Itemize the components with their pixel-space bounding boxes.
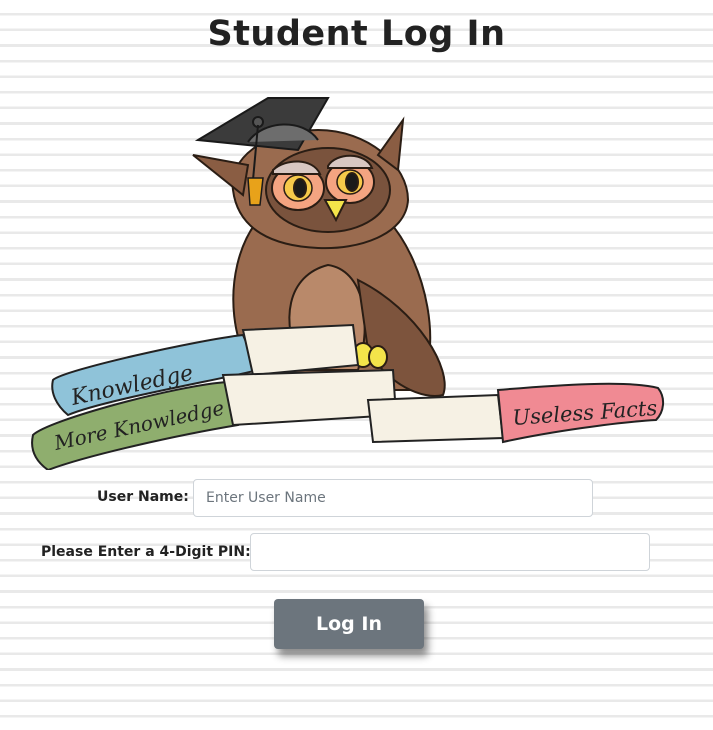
pin-input[interactable] (250, 533, 650, 571)
book-stack-icon: Knowledge More Knowledge Useless Facts (31, 323, 664, 470)
page-title: Student Log In (207, 14, 506, 54)
pin-label: Please Enter a 4-Digit PIN: (41, 544, 251, 560)
login-button[interactable]: Log In (274, 599, 424, 649)
owl-on-books-illustration: Knowledge More Knowledge Useless Facts (31, 97, 664, 470)
username-label: User Name: (97, 489, 189, 505)
username-input[interactable] (193, 479, 593, 517)
